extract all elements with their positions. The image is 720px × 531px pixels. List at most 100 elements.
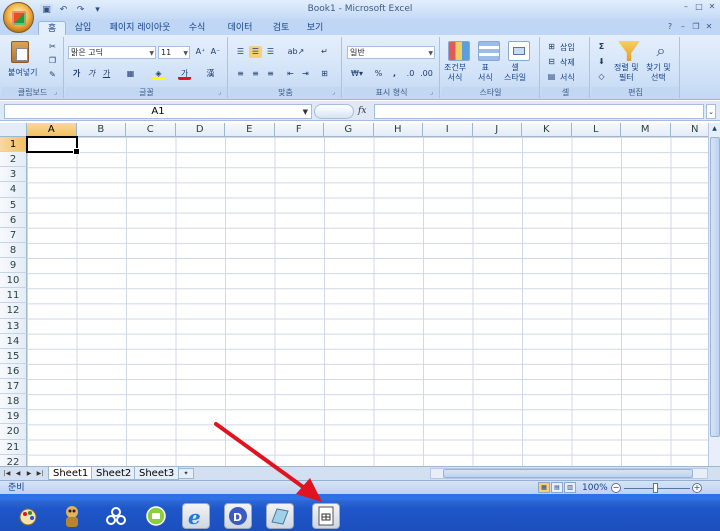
row-header-13[interactable]: 13 xyxy=(0,318,27,334)
column-header-d[interactable]: D xyxy=(175,123,225,137)
align-left-icon[interactable]: ≡ xyxy=(234,68,247,80)
media-app-icon[interactable] xyxy=(142,503,170,529)
sheet-tab-1[interactable]: Sheet1 xyxy=(48,467,94,480)
excel-taskbar-icon[interactable] xyxy=(312,503,340,529)
find-select-icon[interactable]: ⌕ xyxy=(650,41,672,61)
alignment-launcher-icon[interactable]: ⌟ xyxy=(332,89,340,97)
page-layout-view-icon[interactable]: ▤ xyxy=(551,482,563,493)
comma-button[interactable]: , xyxy=(388,68,401,80)
align-right-icon[interactable]: ≡ xyxy=(264,68,277,80)
sort-filter-icon[interactable] xyxy=(618,41,640,61)
row-header-1[interactable]: 1 xyxy=(0,137,27,153)
orientation-icon[interactable]: ab↗ xyxy=(286,46,306,58)
row-header-21[interactable]: 21 xyxy=(0,439,27,455)
number-launcher-icon[interactable]: ⌟ xyxy=(430,89,438,97)
decrease-decimal-icon[interactable]: .00 xyxy=(420,68,433,80)
expand-formula-icon[interactable]: ⌄ xyxy=(706,104,716,119)
close-icon[interactable]: ✕ xyxy=(706,2,718,12)
messenger-app-icon[interactable] xyxy=(58,503,86,529)
autosum-icon[interactable]: Σ xyxy=(595,41,608,53)
column-header-e[interactable]: E xyxy=(225,123,275,137)
borders-icon[interactable]: ▦ xyxy=(124,68,137,80)
column-header-g[interactable]: G xyxy=(324,123,374,137)
paint-app-icon[interactable] xyxy=(14,503,42,529)
column-header-l[interactable]: L xyxy=(571,123,621,137)
shrink-font-icon[interactable]: A⁻ xyxy=(209,46,222,58)
row-header-11[interactable]: 11 xyxy=(0,288,27,304)
column-header-m[interactable]: M xyxy=(621,123,671,137)
underline-button[interactable]: 가 xyxy=(100,68,113,80)
horizontal-scroll-thumb[interactable] xyxy=(443,469,693,478)
format-cells-icon[interactable]: ▤ xyxy=(545,71,558,83)
font-launcher-icon[interactable]: ⌟ xyxy=(218,89,226,97)
increase-indent-icon[interactable]: ⇥ xyxy=(299,68,312,80)
zoom-in-icon[interactable]: + xyxy=(692,483,702,493)
increase-decimal-icon[interactable]: .0 xyxy=(404,68,417,80)
row-header-20[interactable]: 20 xyxy=(0,424,27,440)
formula-bar-handle[interactable] xyxy=(314,104,354,119)
grow-font-icon[interactable]: A⁺ xyxy=(194,46,207,58)
row-header-2[interactable]: 2 xyxy=(0,152,27,168)
zoom-slider-thumb[interactable] xyxy=(653,483,658,493)
currency-icon[interactable]: ₩▾ xyxy=(348,68,366,80)
cell-styles-icon[interactable] xyxy=(508,41,530,61)
tab-data[interactable]: 데이터 xyxy=(222,21,258,35)
row-header-12[interactable]: 12 xyxy=(0,303,27,319)
row-header-18[interactable]: 18 xyxy=(0,394,27,410)
formula-input[interactable] xyxy=(374,104,704,119)
column-header-c[interactable]: C xyxy=(126,123,176,137)
insert-function-icon[interactable]: fx xyxy=(358,104,370,118)
name-box[interactable]: A1 ▼ xyxy=(4,104,312,119)
row-header-15[interactable]: 15 xyxy=(0,348,27,364)
decrease-indent-icon[interactable]: ⇤ xyxy=(284,68,297,80)
format-painter-icon[interactable]: ✎ xyxy=(46,69,59,81)
align-top-icon[interactable]: ☰ xyxy=(234,46,247,58)
tab-home[interactable]: 홈 xyxy=(38,21,66,35)
sort-filter-button[interactable]: 정렬 및 필터 xyxy=(614,63,639,83)
insert-cells-icon[interactable]: ⊞ xyxy=(545,41,558,53)
zoom-level[interactable]: 100% xyxy=(582,482,608,494)
row-header-10[interactable]: 10 xyxy=(0,273,27,289)
name-box-dropdown-icon[interactable]: ▼ xyxy=(303,106,308,119)
row-header-19[interactable]: 19 xyxy=(0,409,27,425)
column-header-i[interactable]: I xyxy=(423,123,473,137)
vertical-scroll-thumb[interactable] xyxy=(710,137,720,437)
tab-review[interactable]: 검토 xyxy=(268,21,294,35)
prev-sheet-icon[interactable]: ◀ xyxy=(13,468,23,479)
doc-minimize-icon[interactable]: – xyxy=(678,22,688,32)
internet-explorer-icon[interactable]: e xyxy=(182,503,210,529)
scroll-up-icon[interactable]: ▲ xyxy=(709,123,720,135)
wrap-text-icon[interactable]: ↵ xyxy=(318,46,331,58)
row-header-6[interactable]: 6 xyxy=(0,212,27,228)
globe-app-icon[interactable]: D xyxy=(224,503,252,529)
active-cell-a1[interactable] xyxy=(26,136,80,155)
paste-button-label[interactable]: 붙여넣기 xyxy=(8,67,37,78)
bold-button[interactable]: 가 xyxy=(70,68,83,80)
help-icon[interactable]: ? xyxy=(665,22,675,32)
zoom-out-icon[interactable]: − xyxy=(611,483,621,493)
sheet-tab-3[interactable]: Sheet3 xyxy=(134,467,180,480)
align-bottom-icon[interactable]: ☰ xyxy=(264,46,277,58)
merge-center-icon[interactable]: ⊞ xyxy=(318,68,331,80)
vertical-scrollbar[interactable]: ▲ xyxy=(708,123,720,466)
delete-cells-icon[interactable]: ⊟ xyxy=(545,56,558,68)
font-color-icon[interactable]: 가 xyxy=(178,68,191,80)
clipboard-launcher-icon[interactable]: ⌟ xyxy=(54,89,62,97)
cell-styles-button[interactable]: 셀 스타일 xyxy=(504,63,526,83)
format-table-icon[interactable] xyxy=(478,41,500,61)
tab-insert[interactable]: 삽입 xyxy=(70,21,96,35)
fill-icon[interactable]: ⬇ xyxy=(595,56,608,68)
delete-cells-button[interactable]: 삭제 xyxy=(560,57,575,68)
first-sheet-icon[interactable]: |◀ xyxy=(2,468,12,479)
percent-button[interactable]: % xyxy=(372,68,385,80)
insert-sheet-icon[interactable]: ✦ xyxy=(178,468,194,479)
row-header-7[interactable]: 7 xyxy=(0,227,27,243)
column-header-f[interactable]: F xyxy=(274,123,324,137)
normal-view-icon[interactable]: ▦ xyxy=(538,482,550,493)
format-cells-button[interactable]: 서식 xyxy=(560,72,575,83)
maximize-icon[interactable]: □ xyxy=(693,2,705,12)
italic-button[interactable]: 가 xyxy=(85,68,98,80)
doc-restore-icon[interactable]: ❐ xyxy=(691,22,701,32)
horizontal-scrollbar[interactable] xyxy=(430,468,708,479)
find-select-button[interactable]: 찾기 및 선택 xyxy=(646,63,671,83)
